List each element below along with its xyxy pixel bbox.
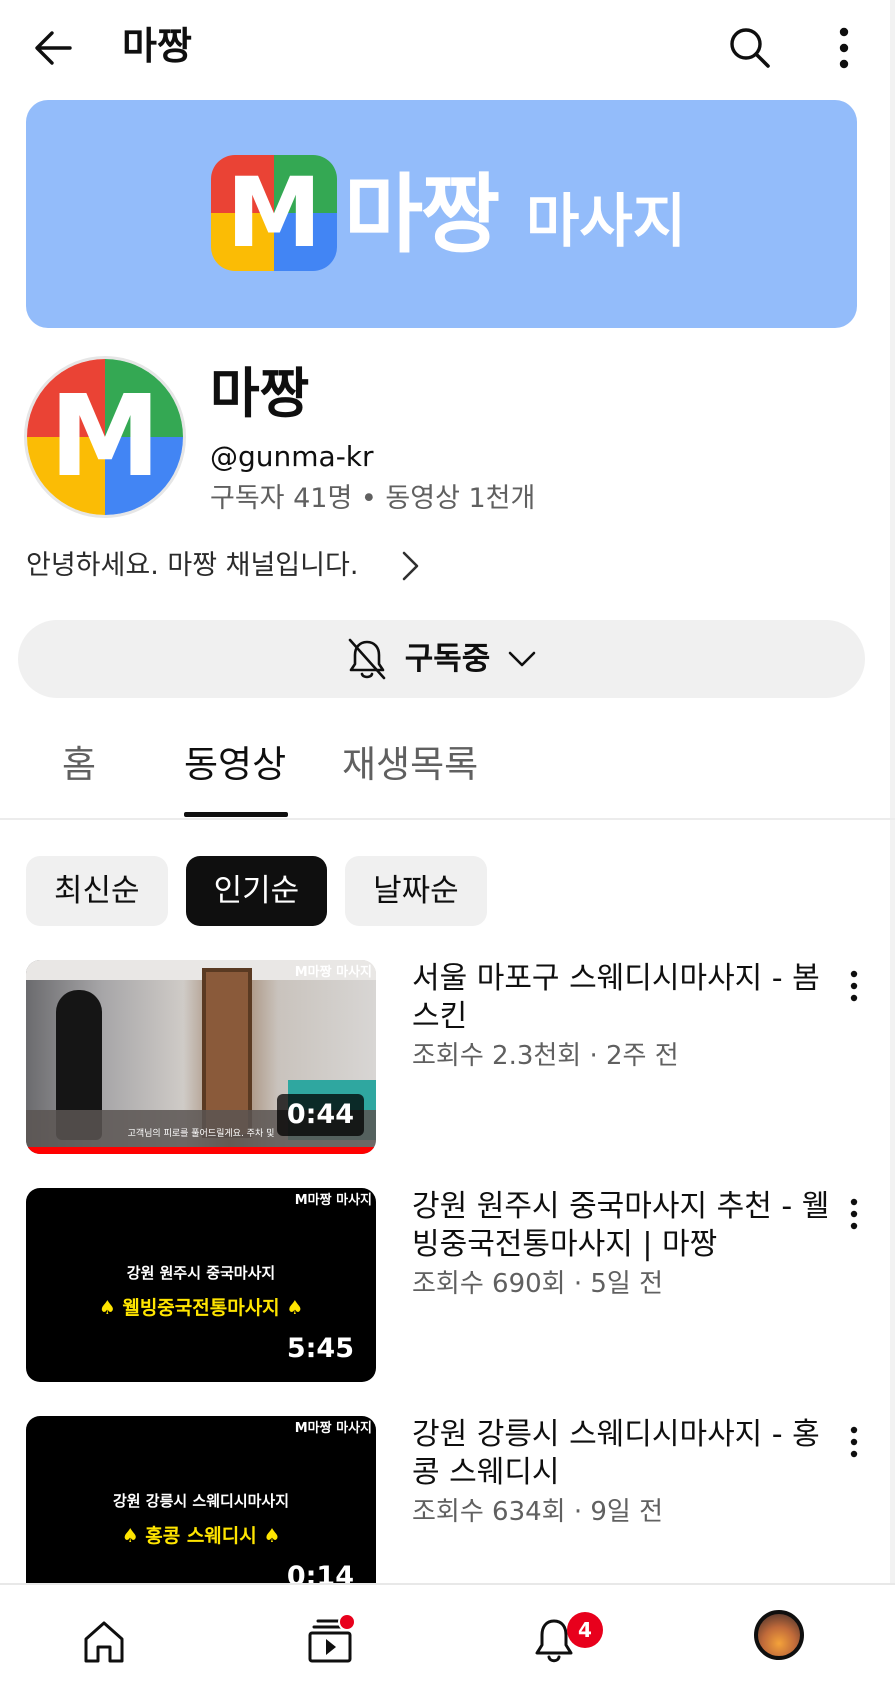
home-icon[interactable] (74, 1611, 134, 1671)
video-more-icon[interactable] (842, 966, 866, 1006)
video-more-icon[interactable] (842, 1194, 866, 1234)
video-meta: 조회수 634회 · 9일 전 (412, 1497, 664, 1527)
banner-brand-sub: 마사지 (526, 187, 687, 255)
video-meta: 조회수 2.3천회 · 2주 전 (412, 1041, 679, 1071)
video-thumbnail[interactable]: M마짱 마사지 고객님의 피로를 풀어드릴게요. 주차 및 0:44 (26, 960, 376, 1154)
video-more-icon[interactable] (842, 1422, 866, 1462)
video-duration: 0:44 (276, 1094, 364, 1136)
video-title[interactable]: 강원 원주시 중국마사지 추천 - 웰빙중국전통마사지 | 마짱 (412, 1188, 832, 1264)
video-duration: 5:45 (286, 1333, 354, 1364)
bell-off-icon (348, 638, 386, 680)
search-icon[interactable] (724, 22, 776, 74)
sort-chips: 최신순 인기순 날짜순 (26, 856, 487, 926)
subscribed-label: 구독중 (404, 641, 491, 677)
channel-name: 마짱 (210, 362, 310, 425)
new-content-dot (338, 1613, 356, 1631)
chip-popular[interactable]: 인기순 (185, 856, 328, 926)
page-title: 마짱 (122, 24, 192, 68)
notification-count-badge: 4 (567, 1612, 603, 1648)
logo-letter: M (226, 157, 322, 269)
watched-progress-bar (26, 1147, 376, 1154)
channel-description[interactable]: 안녕하세요. 마짱 채널입니다. (26, 546, 358, 586)
video-title[interactable]: 강원 강릉시 스웨디시마사지 - 홍콩 스웨디시 (412, 1416, 832, 1492)
active-tab-indicator (184, 812, 288, 817)
video-thumbnail[interactable]: M마짱 마사지 강원 원주시 중국마사지 ♠ 웰빙중국전통마사지 ♠ 5:45 (26, 1188, 376, 1382)
video-meta: 조회수 690회 · 5일 전 (412, 1269, 664, 1299)
banner-brand-name: 마짱 (344, 165, 500, 265)
thumbnail-watermark: M마짱 마사지 (294, 965, 372, 980)
video-item[interactable]: M마짱 마사지 강원 원주시 중국마사지 ♠ 웰빙중국전통마사지 ♠ 5:45 … (26, 1188, 895, 1382)
back-arrow-icon[interactable] (28, 22, 80, 74)
channel-handle: @gunma-kr (210, 440, 374, 473)
channel-banner: M 마짱 마사지 (26, 100, 857, 328)
chevron-down-icon (508, 651, 536, 667)
thumbnail-headline: ♠ 홍콩 스웨디시 ♠ (121, 1525, 281, 1547)
thumbnail-watermark: M마짱 마사지 (294, 1421, 372, 1436)
thumbnail-watermark: M마짱 마사지 (294, 1193, 372, 1208)
channel-avatar[interactable]: M (24, 356, 186, 518)
tab-home[interactable]: 홈 (62, 740, 96, 790)
video-thumbnail[interactable]: M마짱 마사지 강원 강릉시 스웨디시마사지 ♠ 홍콩 스웨디시 ♠ 0:14 (26, 1416, 376, 1610)
tab-playlists[interactable]: 재생목록 (342, 740, 478, 790)
video-title[interactable]: 서울 마포구 스웨디시마사지 - 봄스킨 (412, 960, 832, 1036)
tab-videos[interactable]: 동영상 (184, 740, 286, 790)
profile-avatar[interactable] (754, 1610, 804, 1660)
more-vert-icon[interactable] (818, 22, 870, 74)
avatar-letter: M (49, 372, 161, 502)
thumbnail-caption: 강원 원주시 중국마사지 (126, 1264, 276, 1282)
video-item[interactable]: M마짱 마사지 고객님의 피로를 풀어드릴게요. 주차 및 0:44 서울 마포… (26, 960, 895, 1154)
subscribed-button[interactable]: 구독중 (18, 620, 865, 698)
top-app-bar: 마짱 (0, 0, 895, 96)
thumbnail-caption: 강원 강릉시 스웨디시마사지 (112, 1492, 290, 1510)
chevron-right-icon[interactable] (396, 548, 426, 584)
chip-latest[interactable]: 최신순 (26, 856, 168, 926)
chip-oldest[interactable]: 날짜순 (345, 856, 487, 926)
thumbnail-headline: ♠ 웰빙중국전통마사지 ♠ (98, 1297, 304, 1319)
video-item[interactable]: M마짱 마사지 강원 강릉시 스웨디시마사지 ♠ 홍콩 스웨디시 ♠ 0:14 … (26, 1416, 895, 1610)
channel-stats: 구독자 41명 • 동영상 1천개 (210, 483, 536, 514)
brand-logo: M (211, 155, 337, 271)
channel-tabs: 홈 동영상 재생목록 (0, 720, 895, 820)
